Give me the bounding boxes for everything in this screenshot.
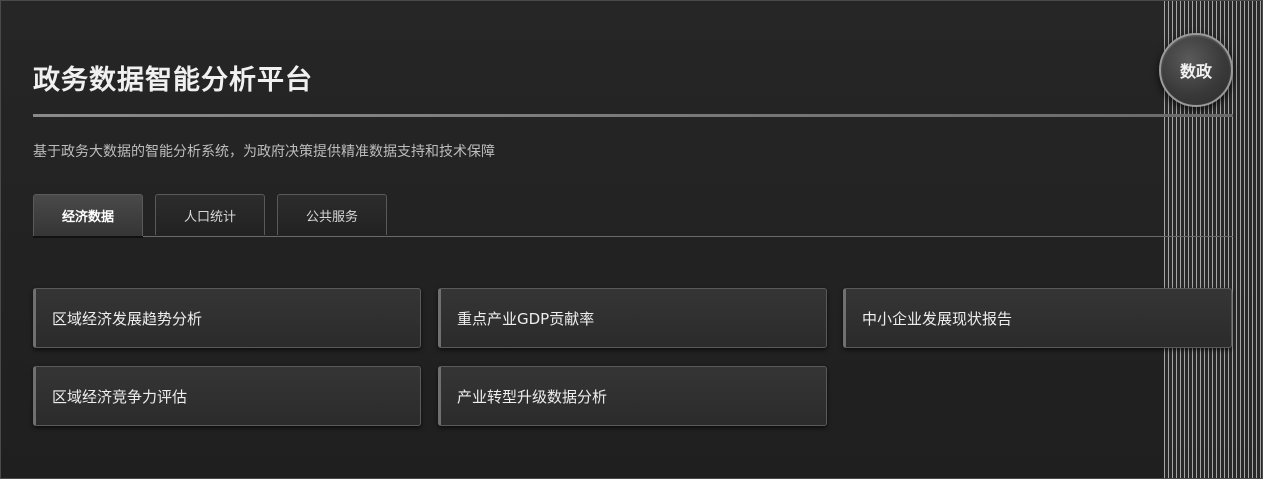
main-panel: 政务数据智能分析平台 数政 基于政务大数据的智能分析系统，为政府决策提供精准数据… <box>0 0 1263 479</box>
report-card-industry-upgrade[interactable]: 产业转型升级数据分析 <box>438 366 827 426</box>
report-card-industry-gdp[interactable]: 重点产业GDP贡献率 <box>438 288 827 348</box>
page-title: 政务数据智能分析平台 <box>33 65 313 96</box>
tab-bar: 经济数据 人口统计 公共服务 <box>33 194 1233 237</box>
report-card-regional-trend[interactable]: 区域经济发展趋势分析 <box>33 288 421 348</box>
tab-public-services[interactable]: 公共服务 <box>277 194 387 235</box>
page-subtitle: 基于政务大数据的智能分析系统，为政府决策提供精准数据支持和技术保障 <box>33 144 495 160</box>
logo-badge: 数政 <box>1159 33 1233 107</box>
report-card-competitiveness[interactable]: 区域经济竞争力评估 <box>33 366 421 426</box>
tab-population-statistics[interactable]: 人口统计 <box>155 194 265 235</box>
title-divider <box>33 114 1233 117</box>
report-card-sme-status[interactable]: 中小企业发展现状报告 <box>843 288 1232 348</box>
tab-economic-data[interactable]: 经济数据 <box>33 194 143 236</box>
